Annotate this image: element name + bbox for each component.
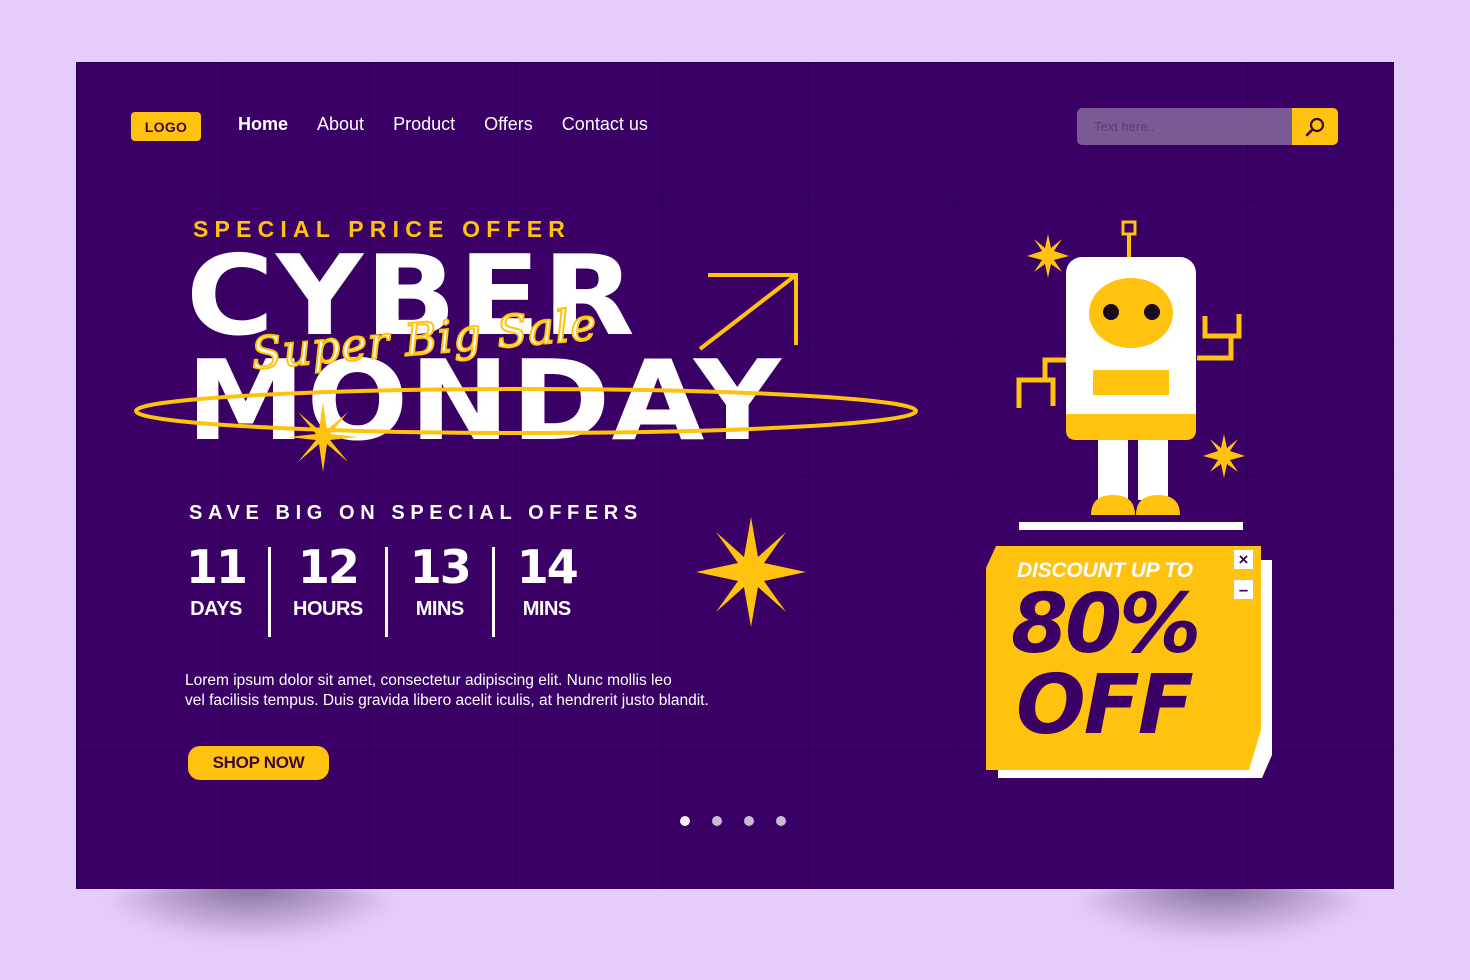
nav-home[interactable]: Home [238,114,288,135]
sparkle-icon [1203,434,1245,478]
body-text-line-1: Lorem ipsum dolor sit amet, consectetur … [185,672,672,689]
main-nav: Home About Product Offers Contact us [238,114,648,135]
carousel-dot-3[interactable] [744,816,754,826]
minimize-icon: – [1238,580,1249,599]
body-text-line-2: vel facilisis tempus. Duis gravida liber… [185,691,709,709]
nav-product[interactable]: Product [393,114,455,135]
countdown-mins: 13 MINS [388,544,492,637]
frame-shadow-right [1070,880,1370,940]
countdown-unit: MINS [415,598,465,620]
subheading: SAVE BIG ON SPECIAL OFFERS [189,502,643,524]
orbit-ring [134,387,918,435]
countdown-value: 14 [516,540,579,594]
countdown-mins-2: 14 MINS [495,544,599,637]
countdown-unit: MINS [522,598,572,620]
frame-shadow-left [100,880,400,940]
robot-illustration [1016,220,1245,530]
countdown-timer: 11 DAYS 12 HOURS 13 MINS 14 MINS [186,544,599,637]
sparkle-star-icon [288,402,358,472]
close-icon: × [1238,550,1249,569]
minimize-button[interactable]: – [1234,580,1253,599]
countdown-unit: DAYS [190,598,242,620]
promo-percent: 80% [1011,577,1201,672]
search-input[interactable] [1077,108,1284,145]
countdown-value: 12 [297,540,360,594]
carousel-indicators [680,816,786,826]
nav-about[interactable]: About [317,114,364,135]
search-button[interactable] [1292,108,1338,145]
search-field [1077,108,1292,145]
carousel-dot-2[interactable] [712,816,722,826]
body-text: Lorem ipsum dolor sit amet, consectetur … [185,671,825,710]
countdown-days: 11 DAYS [186,544,268,637]
countdown-unit: HOURS [293,598,363,620]
countdown-value: 13 [409,540,472,594]
nav-offers[interactable]: Offers [484,114,533,135]
nav-contact-us[interactable]: Contact us [562,114,648,135]
star-icon [696,517,806,627]
promo-off: OFF [1016,658,1194,753]
carousel-dot-1[interactable] [680,816,690,826]
countdown-value: 11 [186,540,248,594]
logo[interactable]: LOGO [131,112,201,141]
carousel-dot-4[interactable] [776,816,786,826]
close-button[interactable]: × [1234,550,1253,569]
search-icon [1305,117,1325,136]
sparkle-icon [1027,234,1069,278]
shop-now-button[interactable]: SHOP NOW [188,746,329,780]
landing-page-frame: LOGO Home About Product Offers Contact u… [76,62,1394,889]
countdown-hours: 12 HOURS [271,544,385,637]
